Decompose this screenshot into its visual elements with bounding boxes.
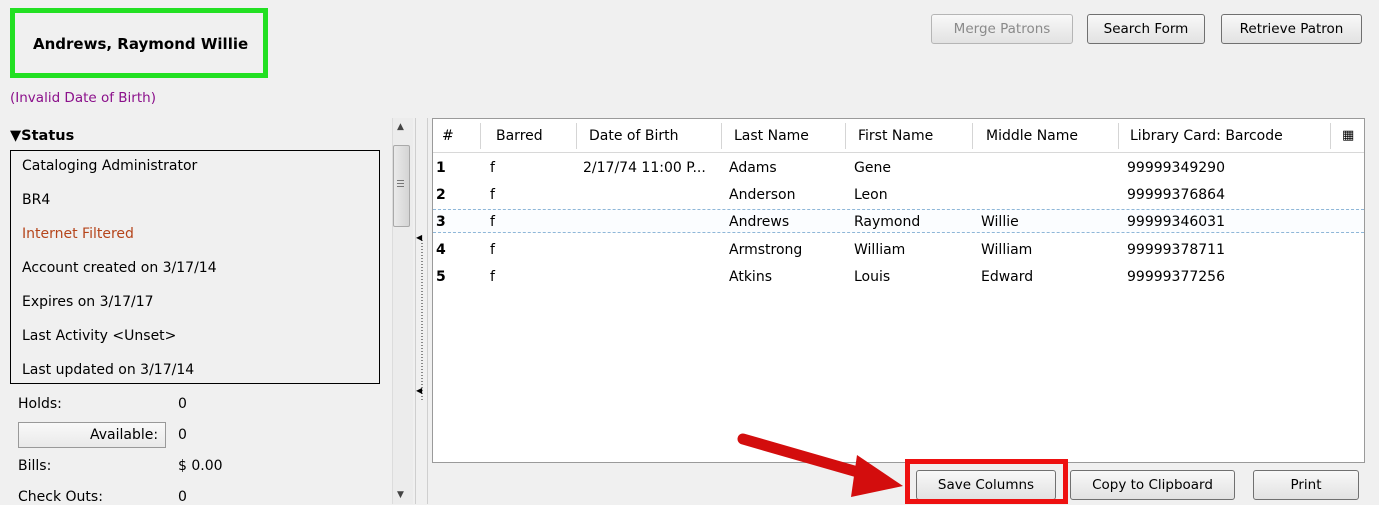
cell-last-name[interactable]: Andrews xyxy=(729,214,789,230)
collapse-left-icon-2[interactable]: ◀ xyxy=(416,386,422,395)
cell-barcode[interactable]: 99999378711 xyxy=(1127,242,1225,258)
cell-last-name[interactable]: Atkins xyxy=(729,269,772,285)
search-form-button[interactable]: Search Form xyxy=(1087,14,1205,44)
status-expires: Expires on 3/17/17 xyxy=(22,294,154,310)
grip-icon xyxy=(397,180,404,188)
cell-barcode[interactable]: 99999349290 xyxy=(1127,160,1225,176)
checkouts-label: Check Outs: xyxy=(18,489,103,505)
copy-to-clipboard-label: Copy to Clipboard xyxy=(1092,477,1213,493)
cell-barcode[interactable]: 99999377256 xyxy=(1127,269,1225,285)
merge-patrons-label: Merge Patrons xyxy=(953,21,1051,37)
cell-first-name[interactable]: William xyxy=(854,242,905,258)
status-home-library: BR4 xyxy=(22,192,51,208)
cell-barcode[interactable]: 99999346031 xyxy=(1127,214,1225,230)
status-profile: Cataloging Administrator xyxy=(22,158,198,174)
bills-value: $ 0.00 xyxy=(178,458,223,474)
status-net-access: Internet Filtered xyxy=(22,226,134,242)
print-button[interactable]: Print xyxy=(1253,470,1359,500)
cell-barred[interactable]: f xyxy=(490,269,495,285)
save-columns-highlight xyxy=(905,459,1068,504)
row-number[interactable]: 2 xyxy=(436,187,446,203)
scroll-down-icon[interactable]: ▼ xyxy=(397,490,404,500)
cell-last-name[interactable]: Adams xyxy=(729,160,777,176)
col-header-first-name[interactable]: First Name xyxy=(858,128,933,144)
print-label: Print xyxy=(1290,477,1322,493)
row-number[interactable]: 3 xyxy=(436,214,446,230)
col-separator[interactable] xyxy=(480,123,481,149)
col-header-barred[interactable]: Barred xyxy=(496,128,543,144)
cell-last-name[interactable]: Armstrong xyxy=(729,242,802,258)
scroll-up-icon[interactable]: ▲ xyxy=(397,122,404,132)
col-separator[interactable] xyxy=(1118,123,1119,149)
cell-first-name[interactable]: Leon xyxy=(854,187,888,203)
row-number[interactable]: 1 xyxy=(436,160,446,176)
checkouts-value: 0 xyxy=(178,489,187,505)
col-header-num[interactable]: # xyxy=(442,128,454,144)
status-last-activity: Last Activity <Unset> xyxy=(22,328,177,344)
collapse-left-icon[interactable]: ◀ xyxy=(416,233,422,242)
available-label: Available: xyxy=(90,427,159,443)
col-separator[interactable] xyxy=(845,123,846,149)
cell-first-name[interactable]: Louis xyxy=(854,269,890,285)
red-arrow-icon xyxy=(737,433,903,497)
cell-barred[interactable]: f xyxy=(490,160,495,176)
col-header-dob[interactable]: Date of Birth xyxy=(589,128,678,144)
cell-last-name[interactable]: Anderson xyxy=(729,187,795,203)
status-section-toggle[interactable]: ▼Status xyxy=(10,128,74,144)
cell-barred[interactable]: f xyxy=(490,214,495,230)
col-header-barcode[interactable]: Library Card: Barcode xyxy=(1130,128,1283,144)
cell-first-name[interactable]: Raymond xyxy=(854,214,920,230)
triangle-down-icon: ▼ xyxy=(10,128,22,144)
cell-barred[interactable]: f xyxy=(490,242,495,258)
merge-patrons-button[interactable]: Merge Patrons xyxy=(931,14,1073,44)
status-title: Status xyxy=(21,128,75,144)
col-header-middle-name[interactable]: Middle Name xyxy=(986,128,1078,144)
status-account-created: Account created on 3/17/14 xyxy=(22,260,217,276)
holds-value: 0 xyxy=(178,396,187,412)
search-form-label: Search Form xyxy=(1103,21,1189,37)
cell-middle-name[interactable]: William xyxy=(981,242,1032,258)
col-separator[interactable] xyxy=(1330,123,1331,149)
col-header-last-name[interactable]: Last Name xyxy=(734,128,809,144)
cell-first-name[interactable]: Gene xyxy=(854,160,891,176)
splitter-grip xyxy=(421,240,423,400)
col-separator[interactable] xyxy=(972,123,973,149)
retrieve-patron-button[interactable]: Retrieve Patron xyxy=(1221,14,1362,44)
column-picker-icon[interactable]: ▦ xyxy=(1342,128,1354,143)
col-separator[interactable] xyxy=(576,123,577,149)
cell-middle-name[interactable]: Edward xyxy=(981,269,1033,285)
holds-label: Holds: xyxy=(18,396,62,412)
cell-middle-name[interactable]: Willie xyxy=(981,214,1019,230)
copy-to-clipboard-button[interactable]: Copy to Clipboard xyxy=(1070,470,1235,500)
row-number[interactable]: 4 xyxy=(436,242,446,258)
cell-dob[interactable]: 2/17/74 11:00 P... xyxy=(583,160,706,176)
dob-warning: (Invalid Date of Birth) xyxy=(10,90,156,106)
patron-name: Andrews, Raymond Willie xyxy=(33,35,249,53)
available-value: 0 xyxy=(178,427,187,443)
retrieve-patron-label: Retrieve Patron xyxy=(1239,21,1344,37)
cell-barcode[interactable]: 99999376864 xyxy=(1127,187,1225,203)
cell-barred[interactable]: f xyxy=(490,187,495,203)
status-last-updated: Last updated on 3/17/14 xyxy=(22,362,195,378)
patron-results-grid xyxy=(432,118,1365,463)
bills-label: Bills: xyxy=(18,458,52,474)
row-number[interactable]: 5 xyxy=(436,269,446,285)
col-separator[interactable] xyxy=(721,123,722,149)
